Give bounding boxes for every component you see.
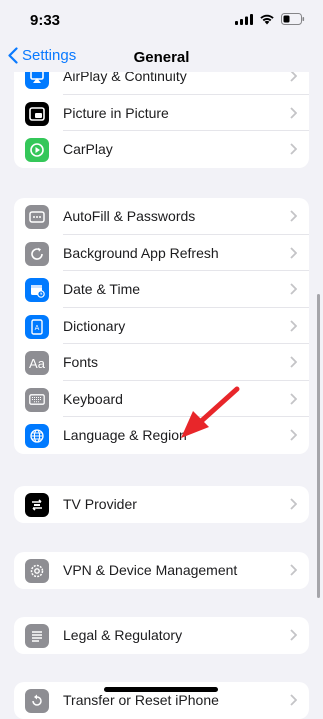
row-picture-in-picture[interactable]: Picture in Picture bbox=[14, 95, 309, 131]
chevron-right-icon bbox=[290, 694, 297, 706]
row-fonts[interactable]: Aa Fonts bbox=[14, 344, 309, 381]
gear-icon bbox=[25, 559, 49, 583]
home-indicator bbox=[104, 687, 218, 692]
row-label: CarPlay bbox=[63, 141, 113, 158]
row-dictionary[interactable]: A Dictionary bbox=[14, 308, 309, 344]
cellular-signal-icon bbox=[235, 13, 253, 25]
calendar-clock-icon bbox=[25, 278, 49, 302]
row-label: Picture in Picture bbox=[63, 104, 169, 121]
group-legal: Legal & Regulatory bbox=[14, 617, 309, 654]
row-label: Dictionary bbox=[63, 317, 126, 334]
row-keyboard[interactable]: Keyboard bbox=[14, 381, 309, 417]
battery-icon bbox=[281, 13, 305, 25]
chevron-right-icon bbox=[290, 106, 297, 119]
wifi-icon bbox=[260, 14, 274, 25]
row-label: Fonts bbox=[63, 354, 99, 371]
chevron-right-icon bbox=[290, 429, 297, 441]
row-label: Keyboard bbox=[63, 390, 123, 407]
chevron-right-icon bbox=[290, 392, 297, 405]
carplay-icon bbox=[25, 138, 49, 162]
row-label: Date & Time bbox=[63, 281, 141, 298]
picture-in-picture-icon bbox=[25, 101, 49, 126]
row-background-app-refresh[interactable]: Background App Refresh bbox=[14, 235, 309, 271]
status-time: 9:33 bbox=[30, 12, 61, 29]
chevron-right-icon bbox=[290, 498, 297, 510]
row-vpn-device-management[interactable]: VPN & Device Management bbox=[14, 552, 309, 589]
row-tv-provider[interactable]: TV Provider bbox=[14, 486, 309, 523]
row-legal-regulatory[interactable]: Legal & Regulatory bbox=[14, 617, 309, 654]
fonts-icon: Aa bbox=[25, 351, 49, 375]
chevron-right-icon bbox=[290, 629, 297, 641]
background-refresh-icon bbox=[25, 241, 49, 266]
row-label: VPN & Device Management bbox=[63, 562, 238, 579]
chevron-right-icon bbox=[290, 246, 297, 259]
tv-provider-icon bbox=[25, 493, 49, 517]
globe-icon bbox=[25, 424, 49, 448]
chevron-right-icon bbox=[290, 564, 297, 576]
row-date-time[interactable]: Date & Time bbox=[14, 271, 309, 308]
row-autofill[interactable]: AutoFill & Passwords bbox=[14, 198, 309, 235]
reset-icon bbox=[25, 689, 49, 713]
group-tv-provider: TV Provider bbox=[14, 486, 309, 523]
row-label: Language & Region bbox=[63, 427, 187, 444]
row-label: Legal & Regulatory bbox=[63, 627, 183, 644]
status-bar: 9:33 bbox=[0, 0, 323, 40]
dictionary-icon: A bbox=[25, 314, 49, 339]
chevron-right-icon bbox=[290, 283, 297, 295]
group-vpn: VPN & Device Management bbox=[14, 552, 309, 589]
autofill-icon bbox=[25, 205, 49, 229]
svg-text:A: A bbox=[35, 325, 40, 332]
chevron-right-icon bbox=[290, 143, 297, 155]
keyboard-icon bbox=[25, 387, 49, 412]
row-label: AutoFill & Passwords bbox=[63, 208, 196, 225]
chevron-right-icon bbox=[290, 356, 297, 368]
row-label: Transfer or Reset iPhone bbox=[63, 692, 219, 709]
row-label: TV Provider bbox=[63, 496, 137, 513]
navigation-bar: Settings General bbox=[0, 40, 323, 76]
group-system: AutoFill & Passwords Background App Refr… bbox=[14, 198, 309, 454]
row-language-region[interactable]: Language & Region bbox=[14, 417, 309, 454]
page-title: General bbox=[133, 49, 190, 66]
scrollbar[interactable] bbox=[317, 294, 320, 598]
row-label: Background App Refresh bbox=[63, 244, 219, 261]
row-carplay[interactable]: CarPlay bbox=[14, 131, 309, 168]
chevron-right-icon bbox=[290, 210, 297, 222]
document-icon bbox=[25, 624, 49, 648]
status-icons bbox=[235, 13, 305, 25]
chevron-right-icon bbox=[290, 319, 297, 332]
